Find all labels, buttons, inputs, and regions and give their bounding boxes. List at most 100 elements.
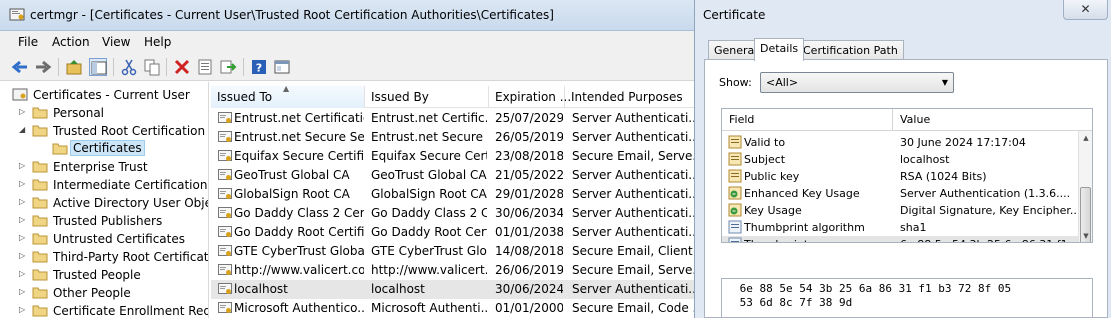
tree-item-third-party-root[interactable]: ▷ Third-Party Root Certification: [0, 248, 208, 266]
table-row[interactable]: GeoTrust Global CA GeoTrust Global CA 21/0…: [211, 166, 700, 185]
expand-arrow-icon[interactable]: ▷: [19, 251, 29, 260]
expand-arrow-icon[interactable]: ▷: [19, 215, 29, 224]
console-tree: Certificates - Current User ▷ Personal ◢…: [0, 82, 209, 318]
tree-item-personal[interactable]: ▷ Personal: [0, 104, 208, 122]
properties-icon[interactable]: [196, 58, 214, 76]
forward-icon[interactable]: [34, 58, 52, 76]
tab-certification-path[interactable]: Certification Path: [797, 40, 904, 60]
show-hide-tree-icon[interactable]: [89, 58, 107, 76]
close-icon[interactable]: ✕: [1063, 0, 1108, 20]
column-expiration[interactable]: Expiration ...: [489, 86, 571, 108]
field-value-box[interactable]: 6e 88 5e 54 3b 25 6a 86 31 f1 b3 72 8f 0…: [721, 278, 1093, 318]
properties-field-icon: [728, 220, 742, 234]
table-row[interactable]: Microsoft Authentico... Microsoft Authent…: [211, 299, 700, 318]
column-issued-to[interactable]: ▲ Issued To: [211, 84, 365, 108]
cell-intended-purposes: Server Authenticati...: [572, 187, 698, 201]
column-intended-purposes[interactable]: Intended Purposes: [565, 86, 700, 108]
folder-icon: [32, 251, 48, 263]
tree-root[interactable]: Certificates - Current User: [0, 86, 208, 104]
cell-expiration: 14/08/2018: [495, 244, 563, 258]
cell-expiration: 30/06/2024: [495, 282, 563, 296]
tree-item-trusted-root[interactable]: ◢ Trusted Root Certification Au: [0, 122, 208, 140]
certificate-icon: [218, 282, 232, 296]
tree-item-enrollment-requests[interactable]: ▷ Certificate Enrollment Reques: [0, 302, 208, 318]
menu-view[interactable]: View: [102, 35, 130, 49]
tree-item-certificates[interactable]: Certificates: [0, 140, 208, 158]
show-dropdown-value: <All>: [766, 76, 799, 89]
tree-item-intermediate[interactable]: ▷ Intermediate Certification Au: [0, 176, 208, 194]
certificate-icon: [218, 130, 232, 144]
field-row[interactable]: Subject localhost: [722, 151, 1078, 168]
tab-details[interactable]: Details: [754, 38, 805, 61]
menu-help[interactable]: Help: [144, 35, 171, 49]
field-row[interactable]: Thumbprint 6e 88 5e 54 3b 25 6a 86 31 f1.…: [722, 236, 1078, 242]
scroll-down-icon[interactable]: ▼: [1079, 229, 1092, 242]
copy-icon[interactable]: [143, 58, 161, 76]
expand-arrow-icon[interactable]: ▷: [19, 179, 29, 188]
table-row[interactable]: Entrust.net Certificatio... Entrust.net C…: [211, 109, 700, 128]
certificate-list: ▲ Issued To Issued By Expiration ... Int…: [211, 82, 700, 318]
table-row[interactable]: http://www.valicert.co... http://www.vali…: [211, 261, 700, 280]
console-icon[interactable]: [273, 58, 291, 76]
export-icon[interactable]: [219, 58, 237, 76]
show-dropdown[interactable]: <All> ▼: [760, 72, 954, 93]
column-label: Issued To: [217, 90, 273, 104]
table-row[interactable]: Go Daddy Root Certifi... Go Daddy Root Ce…: [211, 223, 700, 242]
tree-item-untrusted[interactable]: ▷ Untrusted Certificates: [0, 230, 208, 248]
menu-action[interactable]: Action: [52, 35, 90, 49]
tree-item-label: Other People: [53, 286, 131, 300]
folder-icon: [32, 215, 48, 227]
expand-arrow-icon[interactable]: ▷: [19, 269, 29, 278]
expand-arrow-icon[interactable]: ▷: [19, 233, 29, 242]
table-row[interactable]: Equifax Secure Certific... Equifax Secure…: [211, 147, 700, 166]
certificate-icon: [218, 301, 232, 315]
expand-arrow-icon[interactable]: ▷: [19, 107, 29, 116]
table-row[interactable]: GTE CyberTrust Global... GTE CyberTrust G…: [211, 242, 700, 261]
back-icon[interactable]: [11, 58, 29, 76]
up-folder-icon[interactable]: [65, 58, 83, 76]
table-row[interactable]: GlobalSign Root CA GlobalSign Root CA 29/0…: [211, 185, 700, 204]
expand-arrow-icon[interactable]: ▷: [19, 161, 29, 170]
hex-line: 6e 88 5e 54 3b 25 6a 86 31 f1 b3 72 8f 0…: [733, 282, 1012, 295]
field-row[interactable]: Key Usage Digital Signature, Key Encipher…: [722, 202, 1080, 219]
delete-icon[interactable]: [173, 58, 191, 76]
certificate-icon: [218, 168, 232, 182]
tree-item-label: Active Directory User Object: [53, 196, 209, 210]
folder-icon: [32, 287, 48, 299]
column-value[interactable]: Value: [900, 113, 930, 126]
tree-item-trusted-people[interactable]: ▷ Trusted People: [0, 266, 208, 284]
field-row[interactable]: Enhanced Key Usage Server Authentication …: [722, 185, 1078, 202]
folder-icon: [32, 179, 48, 191]
table-row[interactable]: Entrust.net Secure Ser... Entrust.net Sec…: [211, 128, 700, 147]
certmgr-app-icon: [9, 8, 25, 21]
folder-open-icon: [32, 125, 48, 137]
title-bar: certmgr - [Certificates - Current User\T…: [0, 0, 700, 31]
tree-item-enterprise-trust[interactable]: ▷ Enterprise Trust: [0, 158, 208, 176]
tree-item-active-directory[interactable]: ▷ Active Directory User Object: [0, 194, 209, 212]
expand-arrow-icon[interactable]: ▷: [19, 305, 29, 314]
tree-item-label: Personal: [53, 106, 105, 120]
expand-arrow-icon[interactable]: ▷: [19, 287, 29, 296]
column-field[interactable]: Field: [729, 113, 754, 126]
expand-arrow-icon[interactable]: ▷: [19, 197, 29, 206]
cell-issued-by: http://www.valicert...: [371, 263, 487, 277]
collapse-arrow-icon[interactable]: ◢: [19, 125, 29, 134]
scroll-up-icon[interactable]: ▲: [1079, 131, 1092, 145]
tree-item-other-people[interactable]: ▷ Other People: [0, 284, 208, 302]
menu-file[interactable]: File: [18, 35, 38, 49]
cell-expiration: 21/05/2022: [495, 168, 563, 182]
cut-icon[interactable]: [120, 58, 138, 76]
toolbar: ?: [0, 53, 700, 81]
tree-item-label: Intermediate Certification Au: [53, 178, 208, 192]
properties-field-icon: [728, 237, 742, 242]
field-grid-scrollbar[interactable]: ▲ ▼: [1078, 131, 1092, 242]
help-icon[interactable]: ?: [250, 58, 268, 76]
tree-item-trusted-publishers[interactable]: ▷ Trusted Publishers: [0, 212, 208, 230]
table-row[interactable]: Go Daddy Class 2 Certi... Go Daddy Class …: [211, 204, 700, 223]
field-row[interactable]: Thumbprint algorithm sha1: [722, 219, 1078, 236]
field-row[interactable]: Public key RSA (1024 Bits): [722, 168, 1078, 185]
cell-intended-purposes: Server Authenticati...: [572, 225, 698, 239]
field-row[interactable]: Valid to 30 June 2024 17:17:04: [722, 134, 1078, 151]
column-issued-by[interactable]: Issued By: [365, 86, 489, 108]
table-row[interactable]: localhost localhost 30/06/2024 Server Authe…: [211, 280, 700, 299]
